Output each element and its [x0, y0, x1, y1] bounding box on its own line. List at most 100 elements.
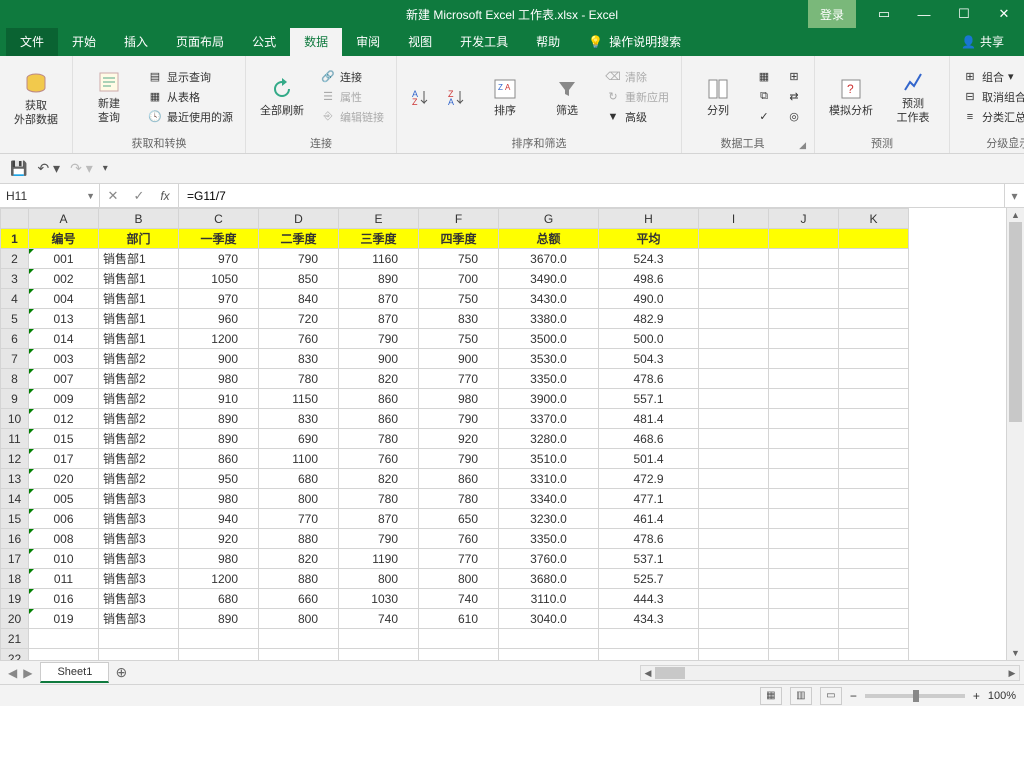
clear-filter-button[interactable]: ⌫清除: [601, 68, 673, 86]
cell[interactable]: 610: [419, 609, 499, 629]
row-header[interactable]: 3: [1, 269, 29, 289]
collapse-ribbon-button[interactable]: ˆ: [1012, 135, 1016, 149]
cell[interactable]: 一季度: [179, 229, 259, 249]
cell[interactable]: 890: [339, 269, 419, 289]
cell[interactable]: 780: [339, 429, 419, 449]
cell[interactable]: 销售部1: [99, 309, 179, 329]
cell[interactable]: 750: [419, 329, 499, 349]
cell[interactable]: 444.3: [599, 589, 699, 609]
redo-button[interactable]: ↷ ▾: [70, 160, 93, 177]
cell[interactable]: [769, 389, 839, 409]
cell[interactable]: [419, 649, 499, 661]
tab-dev[interactable]: 开发工具: [446, 27, 522, 56]
hscroll-thumb[interactable]: [655, 667, 685, 679]
cell[interactable]: 504.3: [599, 349, 699, 369]
from-table-button[interactable]: ▦从表格: [143, 88, 237, 106]
scroll-down-icon[interactable]: ▼: [1007, 646, 1024, 660]
refresh-all-button[interactable]: 全部刷新: [254, 60, 310, 133]
cell[interactable]: 3040.0: [499, 609, 599, 629]
cell[interactable]: 770: [419, 369, 499, 389]
cell[interactable]: 820: [339, 369, 419, 389]
cell[interactable]: [699, 349, 769, 369]
cell[interactable]: [839, 349, 909, 369]
cell[interactable]: [839, 329, 909, 349]
cell[interactable]: [699, 529, 769, 549]
cell[interactable]: 790: [339, 329, 419, 349]
cell[interactable]: 3370.0: [499, 409, 599, 429]
normal-view-button[interactable]: ▦: [760, 687, 782, 705]
cell[interactable]: [99, 629, 179, 649]
cell[interactable]: [599, 629, 699, 649]
cell[interactable]: [699, 609, 769, 629]
cell[interactable]: 002: [29, 269, 99, 289]
row-header[interactable]: 16: [1, 529, 29, 549]
flash-fill-button[interactable]: ▦: [752, 68, 776, 86]
cell[interactable]: 二季度: [259, 229, 339, 249]
scroll-left-icon[interactable]: ◀: [641, 666, 655, 680]
cell[interactable]: [259, 629, 339, 649]
cell[interactable]: 销售部3: [99, 589, 179, 609]
column-header[interactable]: C: [179, 209, 259, 229]
cell[interactable]: [839, 489, 909, 509]
relationships-button[interactable]: ⇄: [782, 88, 806, 106]
cell[interactable]: [769, 449, 839, 469]
cell[interactable]: 1100: [259, 449, 339, 469]
sort-asc-button[interactable]: AZ: [405, 60, 435, 133]
cell[interactable]: 销售部1: [99, 329, 179, 349]
cell[interactable]: 3310.0: [499, 469, 599, 489]
cell[interactable]: 960: [179, 309, 259, 329]
tab-file[interactable]: 文件: [6, 27, 58, 56]
cell[interactable]: [699, 449, 769, 469]
cell[interactable]: 860: [339, 409, 419, 429]
cell[interactable]: 750: [419, 249, 499, 269]
cell[interactable]: [769, 489, 839, 509]
cell[interactable]: 3680.0: [499, 569, 599, 589]
cell[interactable]: 524.3: [599, 249, 699, 269]
cell[interactable]: 900: [179, 349, 259, 369]
cell[interactable]: 销售部3: [99, 509, 179, 529]
page-break-view-button[interactable]: ▭: [820, 687, 842, 705]
cell[interactable]: [839, 629, 909, 649]
row-header[interactable]: 5: [1, 309, 29, 329]
cell[interactable]: [499, 649, 599, 661]
cell[interactable]: 800: [419, 569, 499, 589]
row-header[interactable]: 10: [1, 409, 29, 429]
cell[interactable]: [699, 549, 769, 569]
cell[interactable]: 680: [259, 469, 339, 489]
cell[interactable]: [419, 629, 499, 649]
cell[interactable]: 3350.0: [499, 369, 599, 389]
cell[interactable]: 478.6: [599, 369, 699, 389]
sort-button[interactable]: ZA 排序: [477, 60, 533, 133]
cell[interactable]: 770: [419, 549, 499, 569]
cell[interactable]: 472.9: [599, 469, 699, 489]
cell[interactable]: 482.9: [599, 309, 699, 329]
cell[interactable]: [699, 509, 769, 529]
cell[interactable]: 销售部2: [99, 409, 179, 429]
fx-icon[interactable]: fx: [152, 189, 178, 203]
prev-sheet-icon[interactable]: ◀: [8, 666, 17, 680]
cell[interactable]: [769, 569, 839, 589]
cell[interactable]: 870: [339, 509, 419, 529]
row-header[interactable]: 17: [1, 549, 29, 569]
tab-layout[interactable]: 页面布局: [162, 27, 238, 56]
cell[interactable]: 008: [29, 529, 99, 549]
cell[interactable]: 840: [259, 289, 339, 309]
cell[interactable]: 880: [259, 569, 339, 589]
scroll-up-icon[interactable]: ▲: [1007, 208, 1024, 222]
edit-links-button[interactable]: ⎆编辑链接: [316, 108, 388, 126]
sheet-nav[interactable]: ◀▶: [0, 666, 40, 680]
row-header[interactable]: 7: [1, 349, 29, 369]
cell[interactable]: 010: [29, 549, 99, 569]
column-header[interactable]: K: [839, 209, 909, 229]
cell[interactable]: 销售部3: [99, 609, 179, 629]
cell[interactable]: 3500.0: [499, 329, 599, 349]
cell[interactable]: 016: [29, 589, 99, 609]
remove-duplicates-button[interactable]: ⧉: [752, 88, 776, 106]
tab-review[interactable]: 审阅: [342, 27, 394, 56]
cell[interactable]: 860: [419, 469, 499, 489]
cell[interactable]: 3350.0: [499, 529, 599, 549]
cell[interactable]: [839, 409, 909, 429]
column-header[interactable]: B: [99, 209, 179, 229]
save-button[interactable]: 💾: [10, 160, 27, 177]
cancel-formula-button[interactable]: ✕: [100, 188, 126, 204]
